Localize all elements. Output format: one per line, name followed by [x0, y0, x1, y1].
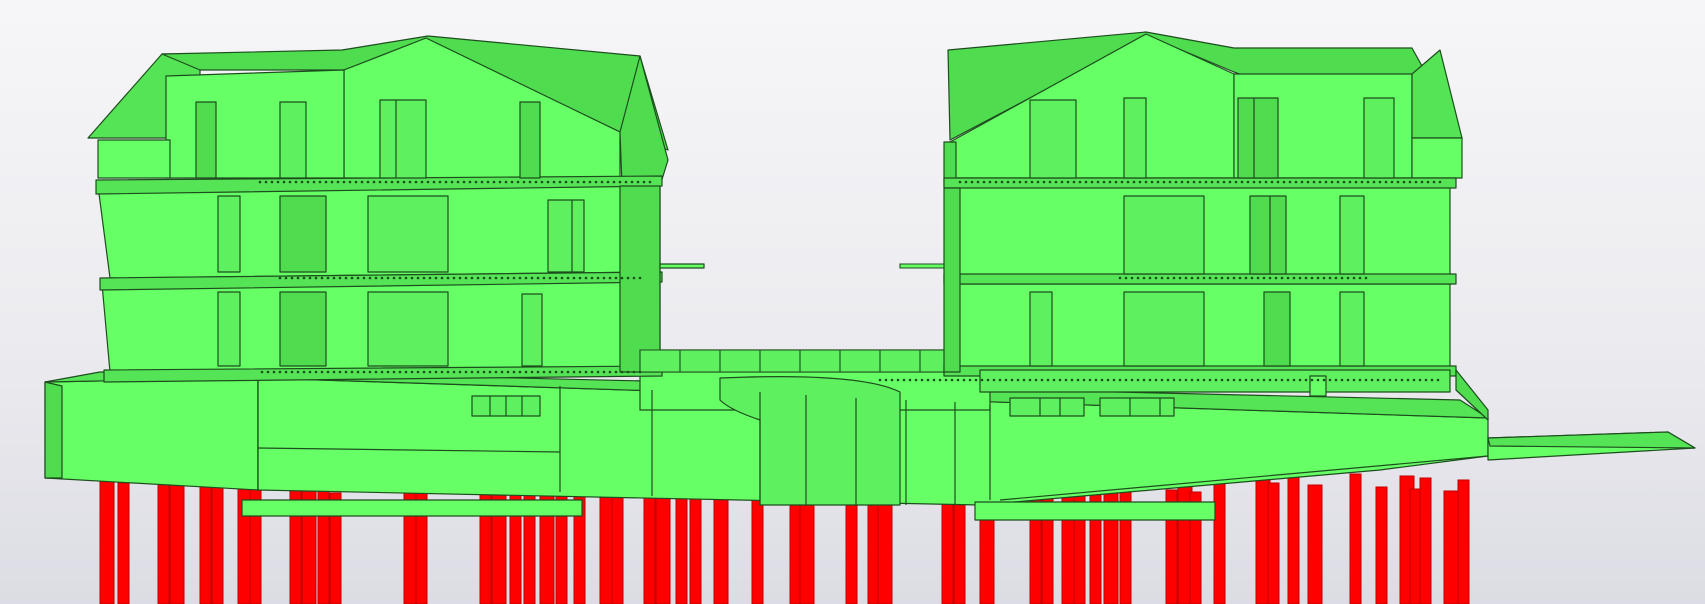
- pile-column: [643, 480, 656, 604]
- bottom-slab-right: [974, 501, 1216, 521]
- pile-column: [211, 486, 224, 604]
- 3d-model-viewport[interactable]: [0, 0, 1705, 604]
- pile-column: [1307, 484, 1323, 604]
- pile-column: [1287, 471, 1300, 604]
- podium-left-front: [44, 377, 259, 491]
- pile-column: [1457, 479, 1470, 604]
- pile-column: [1213, 480, 1226, 604]
- pile-column: [317, 479, 330, 604]
- pile-column: [1267, 482, 1280, 604]
- pile-column: [877, 490, 893, 604]
- pile-column: [1119, 476, 1132, 604]
- courtyard-connector: [639, 263, 956, 373]
- pile-column: [713, 484, 729, 604]
- pile-column: [611, 491, 624, 604]
- pile-column: [199, 473, 212, 604]
- pile-column: [845, 488, 858, 604]
- model-scene[interactable]: [0, 0, 1705, 604]
- right-building: [943, 31, 1489, 421]
- pile-column: [169, 484, 185, 604]
- pile-column: [1375, 486, 1388, 604]
- left-building: [87, 35, 705, 383]
- pile-column: [1419, 477, 1432, 604]
- pile-column: [157, 471, 170, 604]
- pile-column: [953, 492, 966, 604]
- pile-column: [1443, 490, 1459, 604]
- pile-column: [675, 482, 688, 604]
- bottom-slab-left: [241, 499, 583, 517]
- pile-column: [117, 482, 130, 604]
- pile-column: [1409, 488, 1422, 604]
- pile-column: [1349, 473, 1362, 604]
- pile-column: [289, 477, 302, 604]
- pile-column: [99, 469, 115, 604]
